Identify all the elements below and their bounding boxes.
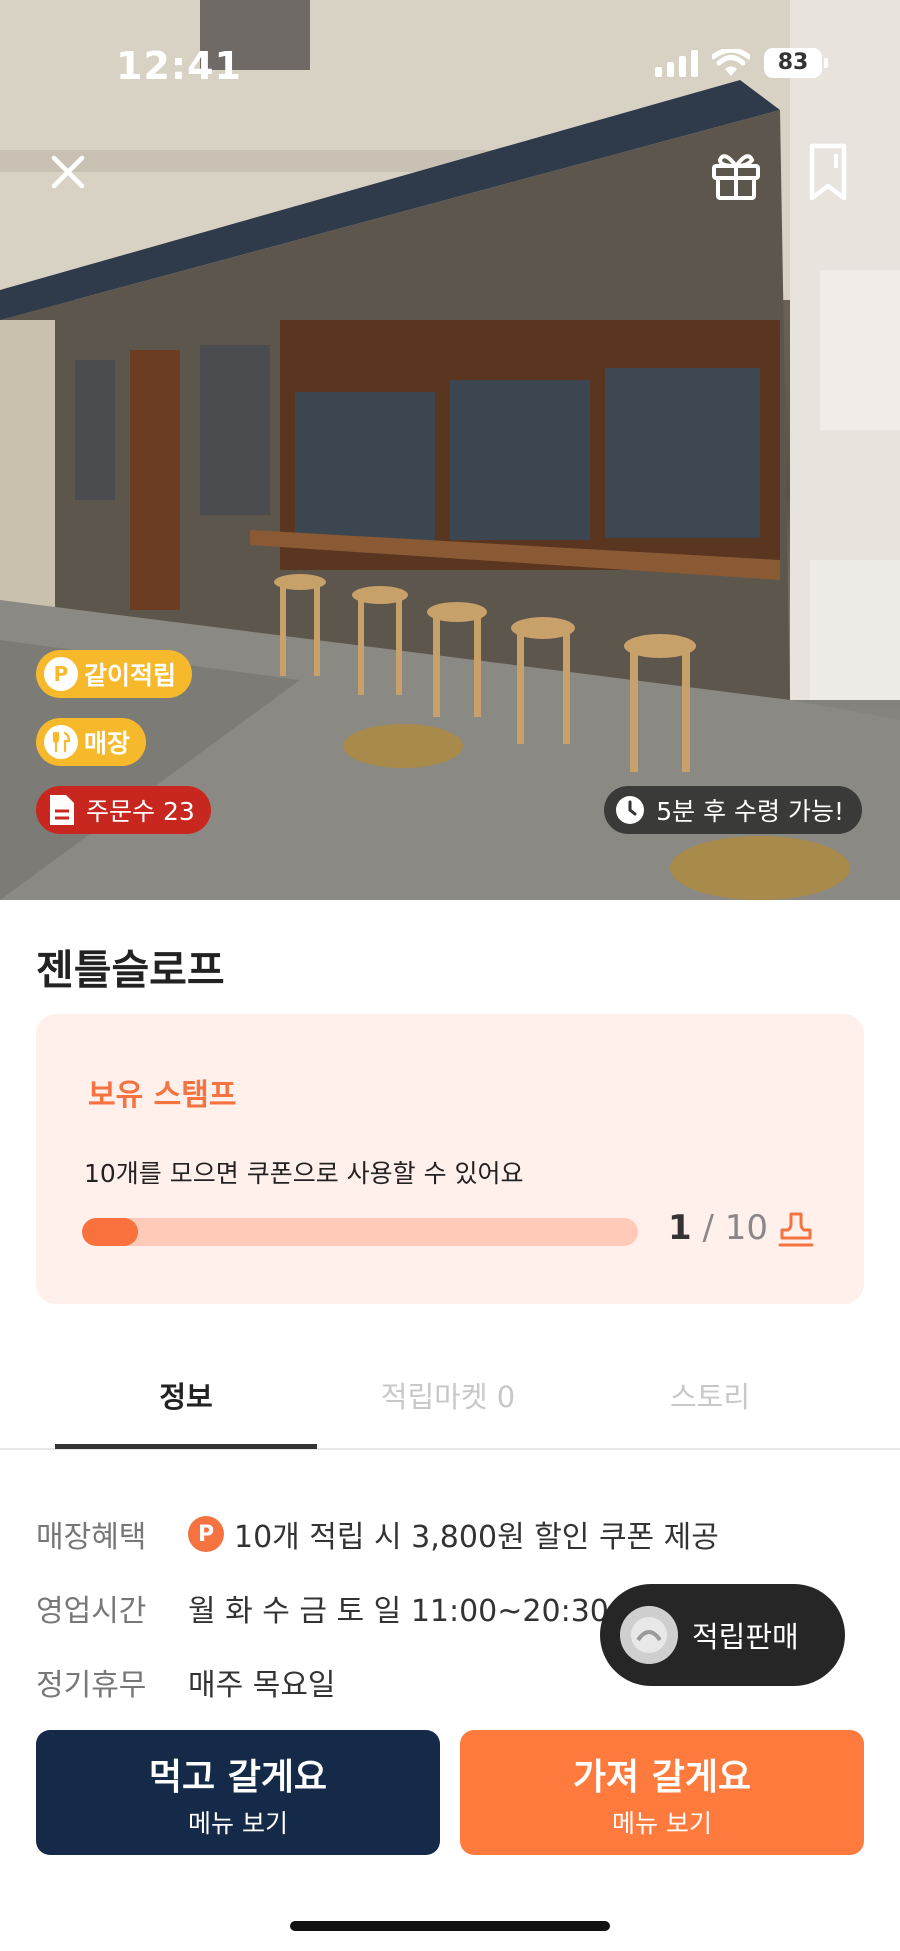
benefit-text: 10개 적립 시 3,800원 할인 쿠폰 제공	[234, 1520, 719, 1555]
stamp-description: 10개를 모으면 쿠폰으로 사용할 수 있어요	[84, 1159, 524, 1188]
stamp-progress-fill	[82, 1218, 138, 1246]
info-hours-row: 영업시간 월 화 수 금 토 일 11:00~20:30	[36, 1586, 609, 1630]
eat-in-button[interactable]: 먹고 갈게요 메뉴 보기	[36, 1730, 440, 1855]
info-value: P 10개 적립 시 3,800원 할인 쿠폰 제공	[188, 1512, 719, 1556]
eat-in-label: 먹고 갈게요	[148, 1757, 328, 1798]
tab-active-indicator	[55, 1444, 317, 1449]
info-label: 정기휴무	[36, 1668, 147, 1703]
avatar	[620, 1606, 678, 1664]
status-time: 12:41	[116, 44, 242, 88]
stamp-icon	[778, 1212, 814, 1247]
info-benefit-row: 매장혜택 P 10개 적립 시 3,800원 할인 쿠폰 제공	[36, 1512, 719, 1556]
take-out-sub: 메뉴 보기	[612, 1809, 712, 1838]
tag-dine-in: 매장	[36, 718, 147, 766]
take-out-button[interactable]: 가져 갈게요 메뉴 보기	[460, 1730, 864, 1855]
pickup-text: 5분 후 수령 가능!	[656, 797, 844, 826]
tag-label: 같이적립	[84, 661, 177, 690]
tag-label: 주문수 23	[86, 797, 195, 826]
tab-earn-market[interactable]: 적립마켓 0	[317, 1374, 579, 1416]
status-bar: 12:41 83	[0, 0, 900, 130]
point-icon: P	[188, 1516, 224, 1552]
stamp-current: 1	[668, 1208, 692, 1248]
stamp-card: 보유 스탬프 10개를 모으면 쿠폰으로 사용할 수 있어요 1 / 10	[36, 1014, 864, 1304]
info-value: 매주 목요일	[188, 1668, 336, 1703]
close-icon[interactable]	[40, 144, 96, 200]
fork-spoon-icon	[44, 725, 78, 759]
store-name: 젠틀슬로프	[36, 946, 225, 994]
document-icon	[50, 795, 74, 825]
info-label: 영업시간	[36, 1594, 147, 1629]
tab-story[interactable]: 스토리	[579, 1374, 841, 1416]
stamp-title: 보유 스탬프	[88, 1078, 237, 1113]
gift-icon[interactable]	[706, 144, 766, 204]
signal-icon	[655, 49, 698, 77]
eat-in-sub: 메뉴 보기	[188, 1809, 288, 1838]
tag-label: 매장	[84, 729, 131, 758]
clock-icon	[616, 796, 645, 824]
store-hero-image: 12:41 83 P 같이적립 매장 주문수 23 5분 후 수령 가능!	[0, 0, 900, 900]
stamp-progress-bar	[82, 1218, 638, 1246]
stamp-separator: /	[691, 1208, 725, 1248]
info-value: 월 화 수 금 토 일 11:00~20:30	[188, 1594, 609, 1629]
wifi-icon	[712, 49, 750, 76]
tag-together-earn: P 같이적립	[36, 650, 193, 698]
battery-icon: 83	[764, 48, 828, 78]
tag-order-count: 주문수 23	[36, 786, 211, 834]
point-icon: P	[44, 657, 78, 691]
info-label: 매장혜택	[36, 1520, 147, 1555]
sell-label: 적립판매	[692, 1620, 799, 1654]
stamp-total: 10	[724, 1208, 769, 1248]
detail-tabs: 정보 적립마켓 0 스토리	[0, 1330, 900, 1450]
tab-info[interactable]: 정보	[55, 1374, 317, 1416]
take-out-label: 가져 갈게요	[572, 1757, 752, 1798]
home-indicator	[290, 1921, 610, 1931]
earn-sell-button[interactable]: 적립판매	[600, 1584, 845, 1686]
pickup-time-badge: 5분 후 수령 가능!	[604, 786, 862, 834]
status-icons: 83	[655, 48, 828, 78]
storefront-photo	[0, 0, 900, 900]
bookmark-icon[interactable]	[798, 140, 858, 204]
info-holiday-row: 정기휴무 매주 목요일	[36, 1660, 336, 1704]
stamp-count: 1 / 10	[668, 1208, 768, 1248]
